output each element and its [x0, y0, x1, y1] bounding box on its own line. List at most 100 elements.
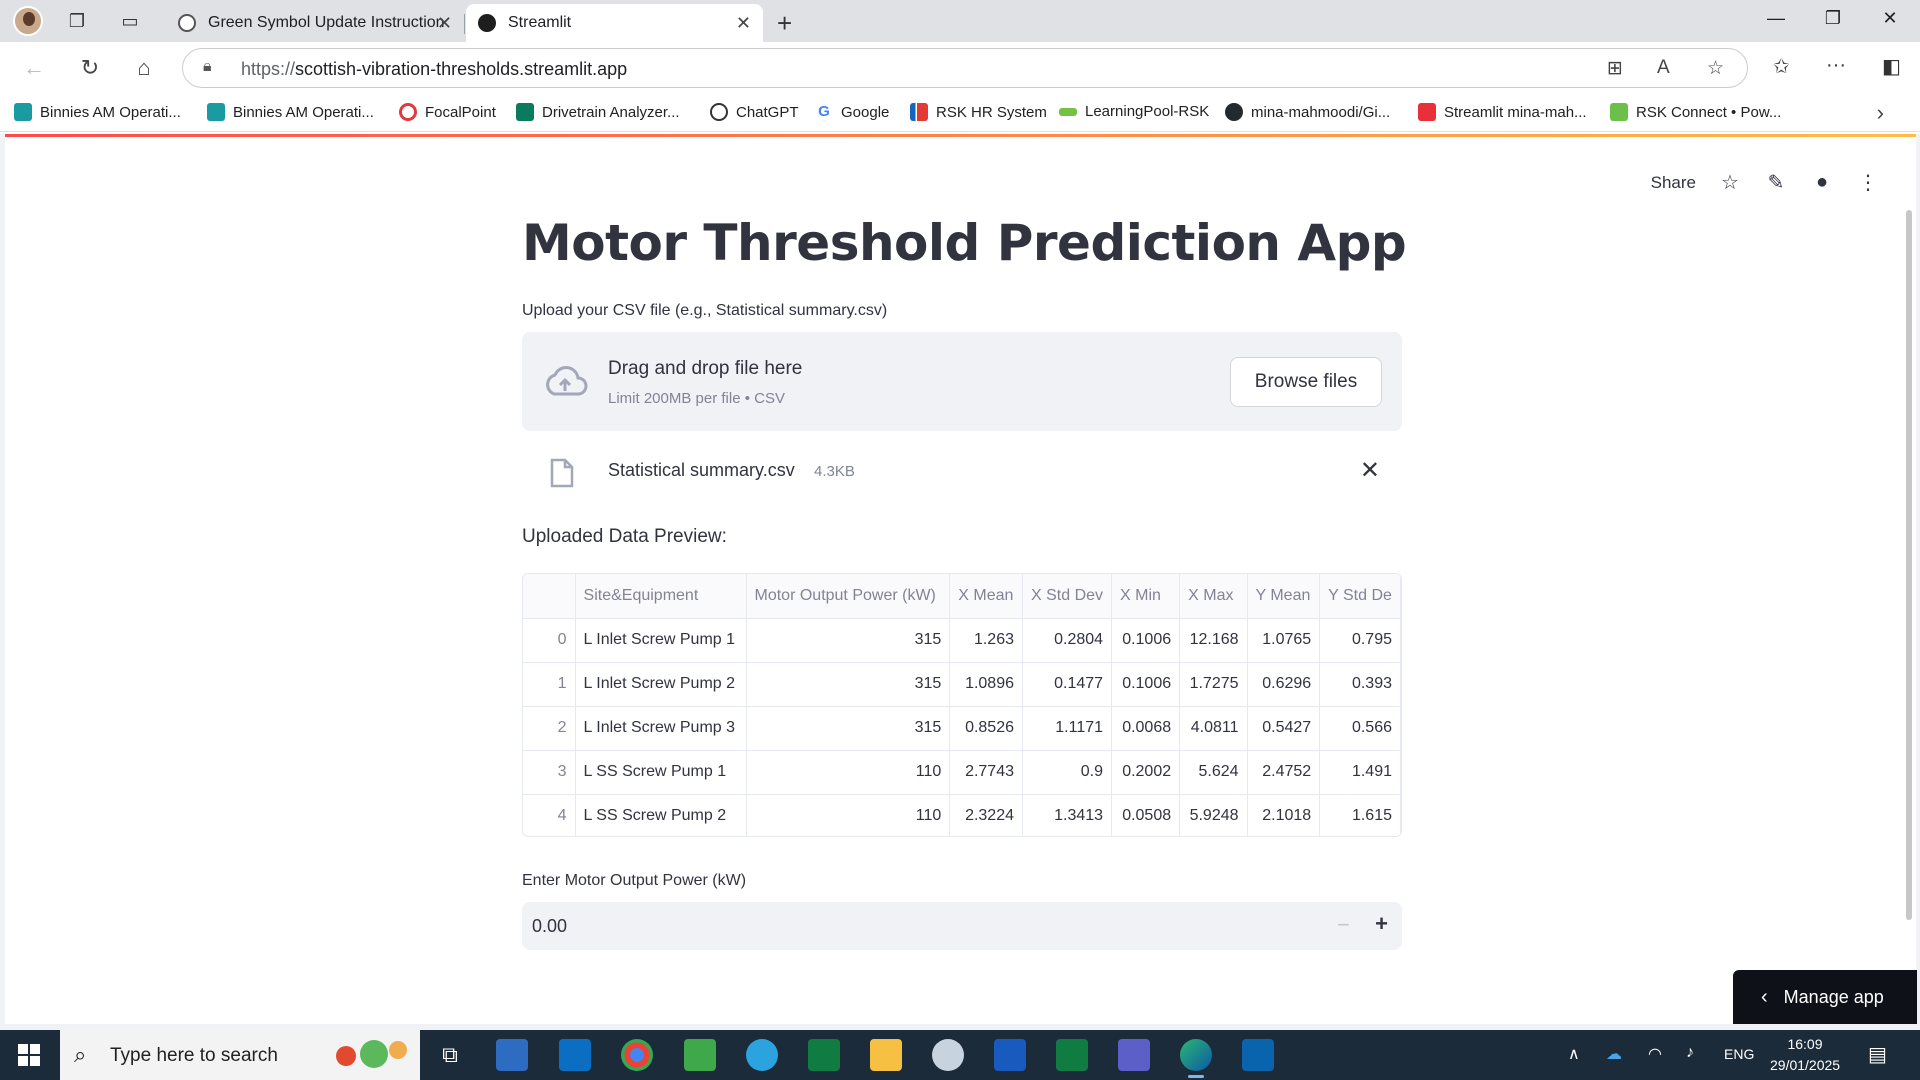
file-dropzone[interactable]: Drag and drop file here Limit 200MB per …: [522, 332, 1402, 431]
sidebar-toggle-icon[interactable]: ◧: [1882, 54, 1901, 79]
profile-avatar[interactable]: [13, 6, 43, 36]
table-cell[interactable]: L Inlet Screw Pump 1: [575, 618, 747, 663]
favorite-item[interactable]: mina-mahmoodi/Gi...: [1225, 103, 1390, 121]
favorites-icon[interactable]: ✩: [1773, 54, 1790, 79]
column-header[interactable]: X Max: [1179, 574, 1248, 619]
windows-start-icon[interactable]: [18, 1044, 40, 1066]
app-available-icon[interactable]: ⊞: [1607, 57, 1623, 80]
table-cell[interactable]: 2.3224: [949, 794, 1023, 836]
table-cell[interactable]: 12.168: [1179, 618, 1248, 663]
table-cell[interactable]: 5.624: [1179, 750, 1248, 795]
project-app-icon[interactable]: [684, 1039, 716, 1071]
row-index[interactable]: 3: [523, 750, 576, 795]
favorite-item[interactable]: G Google: [815, 103, 889, 121]
table-cell[interactable]: 0.566: [1319, 706, 1401, 751]
favorite-item[interactable]: FocalPoint: [399, 103, 496, 121]
more-options-icon[interactable]: ···: [1826, 54, 1846, 77]
workspaces-icon[interactable]: ❐: [66, 10, 88, 32]
taskbar-search[interactable]: ⌕ Type here to search: [60, 1030, 420, 1080]
new-tab-icon[interactable]: +: [777, 8, 792, 39]
row-index[interactable]: 4: [523, 794, 576, 836]
language-indicator[interactable]: ENG: [1724, 1046, 1754, 1062]
word-icon[interactable]: [994, 1039, 1026, 1071]
favorite-item[interactable]: Binnies AM Operati...: [14, 103, 181, 121]
calculator-icon[interactable]: [496, 1039, 528, 1071]
weather-icon[interactable]: [559, 1039, 591, 1071]
tab-streamlit[interactable]: Streamlit ✕: [466, 4, 763, 42]
notifications-icon[interactable]: ▤: [1868, 1042, 1887, 1067]
table-cell[interactable]: 2.1018: [1247, 794, 1321, 836]
manage-app-button[interactable]: ‹ Manage app: [1733, 970, 1917, 1024]
column-header[interactable]: Y Mean: [1247, 574, 1321, 619]
table-cell[interactable]: 1.0765: [1247, 618, 1321, 663]
table-cell[interactable]: 1.0896: [949, 662, 1023, 707]
tab-close-icon[interactable]: ✕: [437, 13, 452, 34]
tab-actions-icon[interactable]: ▭: [119, 10, 141, 32]
main-menu-icon[interactable]: ⋮: [1856, 170, 1880, 195]
column-header[interactable]: [523, 574, 576, 619]
favorite-item[interactable]: RSK Connect • Pow...: [1610, 103, 1781, 121]
table-cell[interactable]: 4.0811: [1179, 706, 1248, 751]
refresh-icon[interactable]: ↻: [76, 54, 104, 82]
favorite-item[interactable]: Streamlit mina-mah...: [1418, 103, 1587, 121]
table-cell[interactable]: L SS Screw Pump 1: [575, 750, 747, 795]
address-bar[interactable]: 🔒︎ https://scottish-vibration-thresholds…: [182, 48, 1748, 88]
outlook-icon[interactable]: [1242, 1039, 1274, 1071]
star-icon[interactable]: ☆: [1718, 170, 1742, 195]
file-explorer-icon[interactable]: [870, 1039, 902, 1071]
edit-icon[interactable]: ✎: [1764, 170, 1788, 195]
table-cell[interactable]: 0.9: [1022, 750, 1113, 795]
table-cell[interactable]: 0.1006: [1111, 662, 1181, 707]
table-cell[interactable]: 0.8526: [949, 706, 1023, 751]
lock-icon[interactable]: 🔒︎: [203, 58, 212, 76]
project-icon[interactable]: [808, 1039, 840, 1071]
edge-icon[interactable]: [1180, 1039, 1212, 1078]
back-icon[interactable]: ←: [20, 54, 48, 82]
favorite-item[interactable]: Binnies AM Operati...: [207, 103, 374, 121]
table-cell[interactable]: 1.491: [1319, 750, 1401, 795]
share-button[interactable]: Share: [1651, 173, 1696, 193]
table-cell[interactable]: 0.5427: [1247, 706, 1321, 751]
favorite-item[interactable]: RSK HR System: [910, 103, 1047, 121]
table-cell[interactable]: 110: [746, 794, 951, 836]
paint-icon[interactable]: [932, 1039, 964, 1071]
table-cell[interactable]: 0.0508: [1111, 794, 1181, 836]
table-cell[interactable]: 0.6296: [1247, 662, 1321, 707]
row-index[interactable]: 0: [523, 618, 576, 663]
table-cell[interactable]: 1.263: [949, 618, 1023, 663]
task-view-icon[interactable]: ⧉: [434, 1039, 466, 1071]
column-header[interactable]: X Mean: [949, 574, 1023, 619]
table-cell[interactable]: 0.393: [1319, 662, 1401, 707]
show-hidden-icons-icon[interactable]: ∧: [1568, 1044, 1580, 1064]
decrement-button[interactable]: −: [1337, 912, 1350, 938]
table-cell[interactable]: 315: [746, 618, 951, 663]
table-cell[interactable]: 1.615: [1319, 794, 1401, 836]
remove-file-icon[interactable]: ✕: [1360, 456, 1380, 485]
favorite-item[interactable]: LearningPool-RSK: [1059, 103, 1209, 120]
table-cell[interactable]: 0.2002: [1111, 750, 1181, 795]
onedrive-icon[interactable]: ☁: [1606, 1044, 1622, 1064]
minimize-icon[interactable]: —: [1756, 8, 1796, 29]
row-index[interactable]: 1: [523, 662, 576, 707]
table-cell[interactable]: 315: [746, 662, 951, 707]
chrome-icon[interactable]: [621, 1039, 653, 1071]
table-cell[interactable]: 0.1006: [1111, 618, 1181, 663]
table-cell[interactable]: 0.1477: [1022, 662, 1113, 707]
table-cell[interactable]: L SS Screw Pump 2: [575, 794, 747, 836]
teams-icon[interactable]: [1118, 1039, 1150, 1071]
table-cell[interactable]: 2.4752: [1247, 750, 1321, 795]
table-cell[interactable]: 5.9248: [1179, 794, 1248, 836]
github-icon[interactable]: ●: [1810, 171, 1834, 194]
tab-close-icon[interactable]: ✕: [736, 13, 751, 34]
column-header[interactable]: X Std Dev: [1022, 574, 1113, 619]
favorite-star-icon[interactable]: ☆: [1707, 57, 1724, 80]
page-scrollbar[interactable]: [1906, 210, 1912, 920]
table-cell[interactable]: L Inlet Screw Pump 3: [575, 706, 747, 751]
column-header[interactable]: Site&Equipment: [575, 574, 747, 619]
table-cell[interactable]: L Inlet Screw Pump 2: [575, 662, 747, 707]
window-close-icon[interactable]: ✕: [1870, 8, 1910, 29]
table-cell[interactable]: 0.0068: [1111, 706, 1181, 751]
table-cell[interactable]: 2.7743: [949, 750, 1023, 795]
excel-icon[interactable]: [1056, 1039, 1088, 1071]
read-aloud-icon[interactable]: A: [1657, 57, 1670, 79]
